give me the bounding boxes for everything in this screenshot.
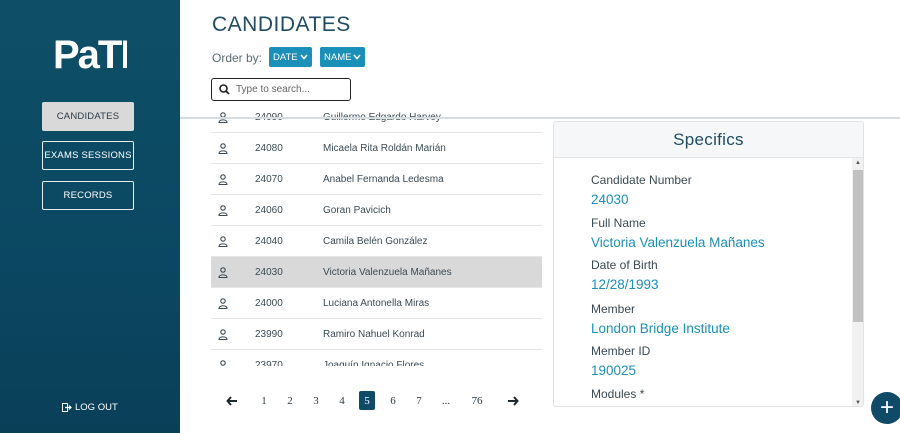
scroll-down-arrow-icon[interactable]: ▼ bbox=[852, 398, 863, 406]
candidate-number: 24070 bbox=[255, 173, 283, 185]
field-value: London Bridge Institute bbox=[591, 321, 730, 336]
pagination: 1 2 3 4 5 6 7... 76 bbox=[226, 391, 523, 411]
sidebar: PaTH CANDIDATES EXAMS SESSIONS RECORDS L… bbox=[0, 0, 180, 433]
candidate-name: Camila Belén González bbox=[323, 235, 428, 247]
specifics-title: Specifics bbox=[554, 122, 863, 158]
field-value: Victoria Valenzuela Mañanes bbox=[591, 235, 765, 250]
user-icon bbox=[218, 329, 228, 340]
candidate-name: Victoria Valenzuela Mañanes bbox=[323, 266, 452, 278]
candidate-name: Joaquín Ignacio Flores bbox=[323, 359, 425, 367]
field-value: 24030 bbox=[591, 192, 629, 207]
table-row[interactable]: 24090Guillermo Edgardo Harvey bbox=[211, 106, 542, 133]
page-76-button[interactable]: 76 bbox=[470, 391, 484, 410]
search-input[interactable] bbox=[236, 84, 341, 95]
chevron-down-icon bbox=[353, 54, 362, 60]
candidate-name: Ramiro Nahuel Konrad bbox=[323, 328, 425, 340]
sidebar-item-candidates[interactable]: CANDIDATES bbox=[42, 102, 134, 131]
next-page-button[interactable] bbox=[505, 391, 521, 410]
scroll-up-arrow-icon[interactable]: ▲ bbox=[852, 158, 863, 168]
arrow-left-icon bbox=[226, 395, 237, 406]
candidate-number: 23970 bbox=[255, 359, 283, 367]
candidate-number: 23990 bbox=[255, 328, 283, 340]
table-row[interactable]: 24060 Goran Pavicich bbox=[211, 195, 542, 226]
add-candidate-button[interactable]: + bbox=[871, 392, 900, 424]
chevron-down-icon bbox=[300, 54, 308, 60]
prev-page-button[interactable] bbox=[224, 391, 240, 410]
search-icon bbox=[219, 84, 230, 95]
page-6-button[interactable]: 6 bbox=[388, 391, 398, 410]
page-4-button[interactable]: 4 bbox=[337, 391, 347, 410]
scroll-thumb[interactable] bbox=[853, 170, 863, 322]
page-3-button[interactable]: 3 bbox=[311, 391, 321, 410]
sidebar-item-records[interactable]: RECORDS bbox=[42, 181, 134, 210]
table-row[interactable]: 23970 Joaquín Ignacio Flores bbox=[211, 350, 542, 366]
page-5-button[interactable]: 5 bbox=[359, 391, 375, 410]
order-date-dropdown[interactable]: DATE bbox=[269, 47, 312, 67]
candidate-number: 24000 bbox=[255, 297, 283, 309]
table-row[interactable]: 24030 Victoria Valenzuela Mañanes bbox=[211, 257, 542, 288]
candidate-name: Micaela Rita Roldán Marián bbox=[323, 142, 446, 154]
table-row[interactable]: 24000 Luciana Antonella Miras bbox=[211, 288, 542, 319]
table-row[interactable]: 24070 Anabel Fernanda Ledesma bbox=[211, 164, 542, 195]
candidate-number: 24030 bbox=[255, 266, 283, 278]
user-icon bbox=[218, 267, 228, 278]
path-logo: PaTH bbox=[53, 33, 127, 74]
candidate-number: 24060 bbox=[255, 204, 283, 216]
app-root: PaTH CANDIDATES EXAMS SESSIONS RECORDS L… bbox=[0, 0, 900, 433]
candidate-list: 24090Guillermo Edgardo Harvey 24080 Micael… bbox=[211, 106, 542, 366]
candidate-name: Anabel Fernanda Ledesma bbox=[323, 173, 444, 185]
user-icon bbox=[218, 236, 228, 247]
field-label: Member ID bbox=[591, 344, 651, 358]
order-date-label: DATE bbox=[273, 51, 298, 63]
search-box[interactable] bbox=[211, 78, 351, 101]
specifics-panel: Specifics Candidate Number 24030 Full Name… bbox=[553, 121, 864, 407]
order-by-label: Order by: bbox=[212, 51, 263, 65]
svg-text:PaTH: PaTH bbox=[53, 33, 127, 74]
user-icon bbox=[218, 298, 228, 309]
table-row[interactable]: 23990 Ramiro Nahuel Konrad bbox=[211, 319, 542, 350]
user-icon bbox=[218, 143, 228, 154]
field-label: Full Name bbox=[591, 216, 646, 230]
specifics-scrollbar[interactable]: ▲ ▼ bbox=[852, 158, 863, 406]
field-label: Modules * bbox=[591, 387, 645, 401]
page-7-button[interactable]: 7 bbox=[414, 391, 424, 410]
candidate-number: 24040 bbox=[255, 235, 283, 247]
page-2-button[interactable]: 2 bbox=[285, 391, 295, 410]
logout-icon bbox=[62, 403, 72, 412]
sidebar-item-exams-sessions[interactable]: EXAMS SESSIONS bbox=[42, 141, 134, 170]
candidate-name: Goran Pavicich bbox=[323, 204, 391, 216]
arrow-right-icon bbox=[508, 395, 519, 406]
table-row[interactable]: 24040 Camila Belén González bbox=[211, 226, 542, 257]
candidate-name: Luciana Antonella Miras bbox=[323, 297, 430, 309]
field-value: 12/28/1993 bbox=[591, 277, 659, 292]
pagination-ellipsis[interactable]: ... bbox=[439, 391, 453, 410]
field-label: Candidate Number bbox=[591, 173, 692, 187]
plus-icon: + bbox=[879, 394, 894, 421]
logout-button[interactable]: LOG OUT bbox=[62, 402, 118, 413]
header-divider bbox=[180, 117, 900, 119]
field-label: Member bbox=[591, 302, 636, 316]
table-row[interactable]: 24080 Micaela Rita Roldán Marián bbox=[211, 133, 542, 164]
field-value: 190025 bbox=[591, 363, 637, 378]
field-label: Date of Birth bbox=[591, 258, 658, 272]
user-icon bbox=[220, 360, 226, 366]
candidate-number: 24080 bbox=[255, 142, 283, 154]
user-icon bbox=[218, 174, 228, 185]
page-title: CANDIDATES bbox=[212, 13, 351, 36]
user-icon bbox=[218, 205, 228, 216]
order-name-dropdown[interactable]: NAME bbox=[320, 47, 366, 67]
page-1-button[interactable]: 1 bbox=[259, 391, 269, 410]
specifics-body: Candidate Number 24030 Full Name Victoria V… bbox=[554, 158, 852, 406]
logout-label: LOG OUT bbox=[75, 402, 118, 413]
order-name-label: NAME bbox=[324, 51, 352, 63]
